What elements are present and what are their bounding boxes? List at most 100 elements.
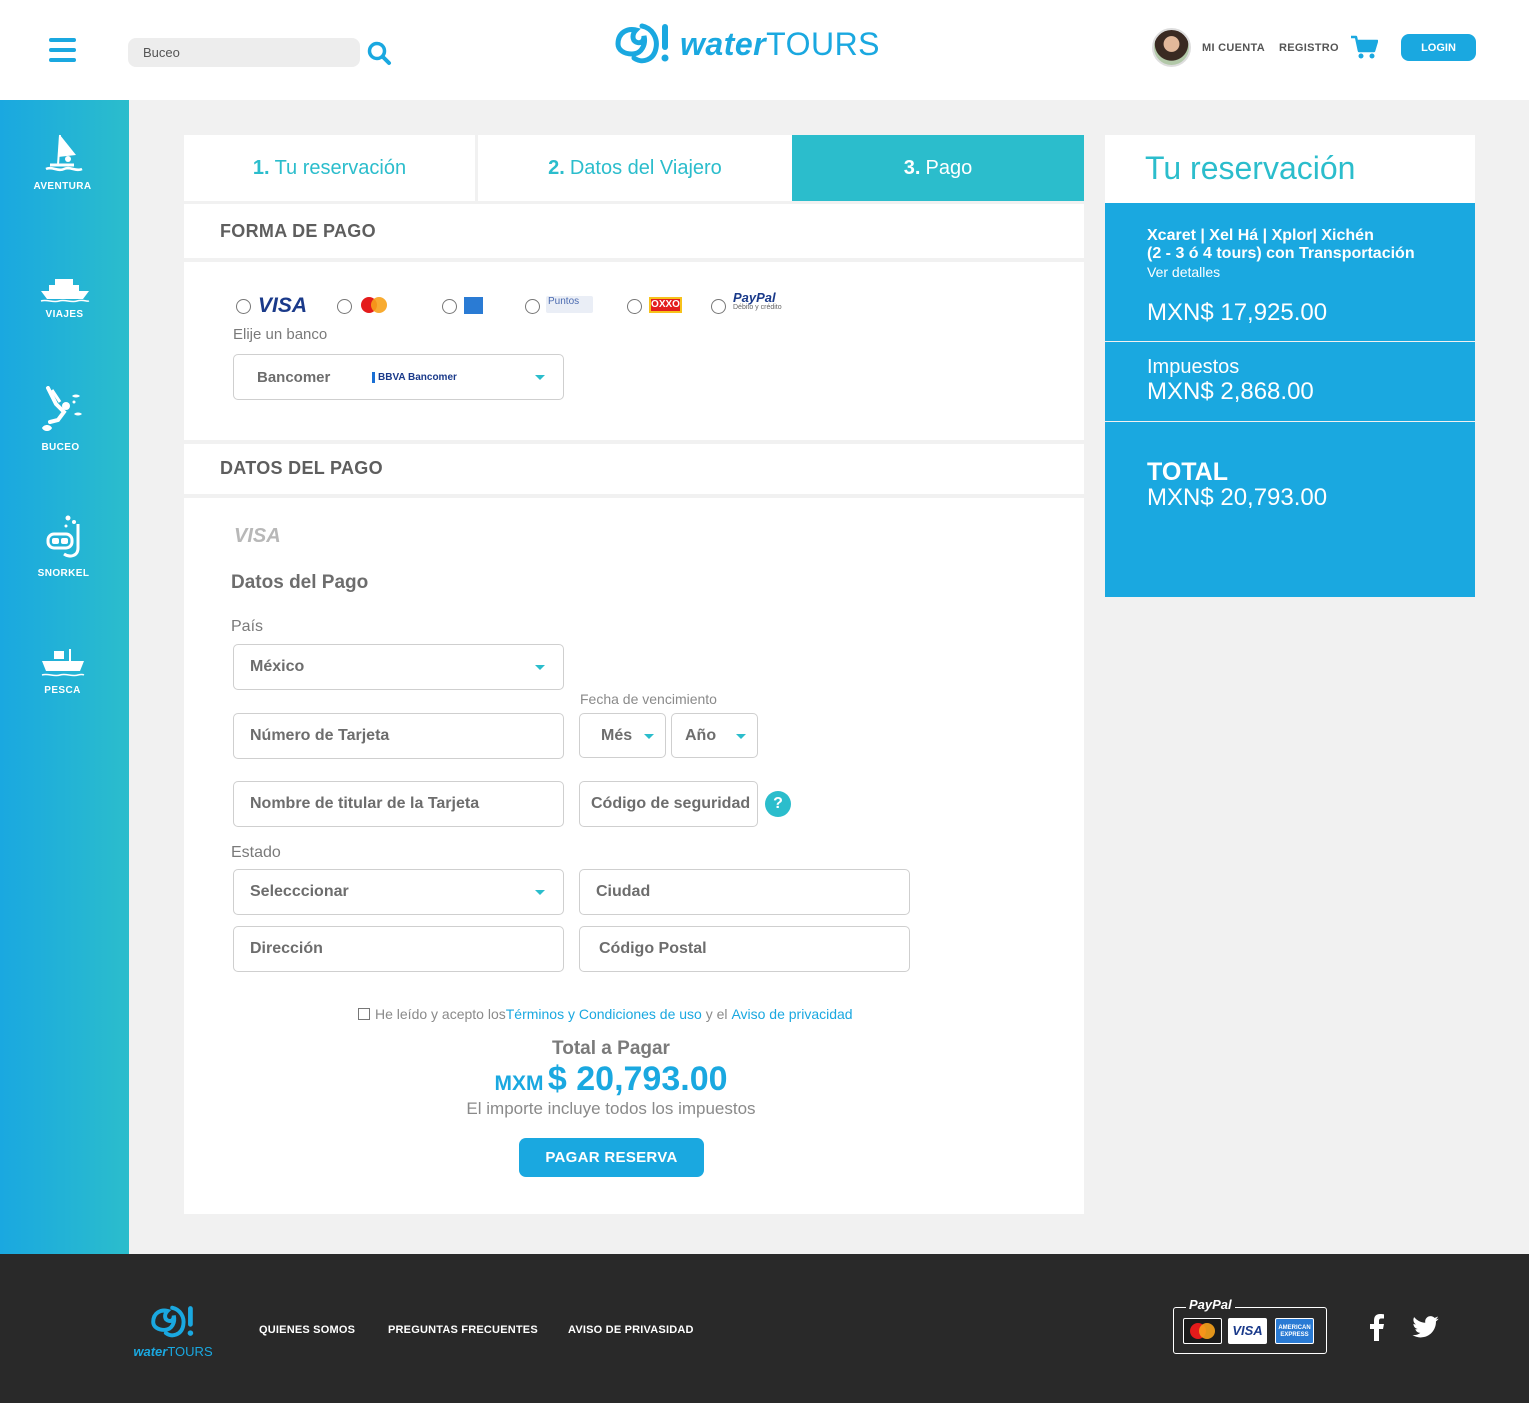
search-input[interactable] [128, 38, 360, 67]
footer-link-faq[interactable]: PREGUNTAS FRECUENTES [388, 1324, 538, 1336]
register-link[interactable]: REGISTRO [1279, 42, 1339, 54]
summary-tour: Xcaret | Xel Há | Xplor| Xichén (2 - 3 ó… [1105, 203, 1475, 341]
windsurf-icon [44, 134, 83, 172]
expiry-month-select[interactable]: Més [579, 713, 666, 758]
amex-icon: AMERICAN EXPRESS [1275, 1318, 1314, 1344]
footer-link-privacy[interactable]: AVISO DE PRIVASIDAD [568, 1324, 694, 1336]
security-code-field[interactable]: Código de seguridad [579, 781, 758, 827]
mastercard-logo-icon [361, 297, 387, 313]
payment-data-header: DATOS DEL PAGO [184, 444, 1084, 494]
terms-checkbox[interactable] [358, 1008, 370, 1020]
brand-logo[interactable]: waterTOURS [612, 20, 880, 68]
section-title: FORMA DE PAGO [220, 221, 376, 241]
sidebar-item-label: SNORKEL [37, 568, 90, 579]
chevron-down-icon [736, 733, 746, 739]
address-field[interactable]: Dirección [233, 926, 564, 972]
radio-visa[interactable] [236, 299, 251, 314]
facebook-icon[interactable] [1370, 1314, 1384, 1341]
step-traveler-data[interactable]: 2. Datos del Viajero [478, 135, 792, 201]
help-icon[interactable]: ? [765, 791, 791, 817]
avatar[interactable] [1152, 28, 1191, 67]
puntos-bancomer-logo-icon: Puntos [546, 296, 593, 313]
water-drop-logo-icon [615, 23, 669, 64]
radio-paypal[interactable] [711, 299, 726, 314]
category-sidebar: AVENTURA VIAJES BUCEO SNORKEL PESCA [0, 100, 129, 1254]
state-label: Estado [231, 844, 281, 861]
sidebar-item-label: AVENTURA [33, 181, 92, 192]
sidebar-item-buceo[interactable]: BUCEO [0, 386, 125, 453]
boat-icon [40, 279, 89, 303]
chevron-down-icon [535, 890, 545, 895]
country-label: País [231, 618, 264, 635]
summary-header: Tu reservación [1105, 135, 1475, 203]
mastercard-icon [1183, 1318, 1222, 1344]
zip-code-field[interactable]: Código Postal [579, 926, 910, 972]
cardholder-name-field[interactable]: Nombre de titular de la Tarjeta [233, 781, 564, 827]
total-label: TOTAL [1147, 458, 1229, 486]
chevron-down-icon [644, 733, 654, 739]
summary-taxes: Impuestos MXN$ 2,868.00 [1105, 342, 1475, 421]
sidebar-item-viajes[interactable]: VIAJES [0, 277, 129, 320]
total-value: MXN$ 20,793.00 [1147, 484, 1328, 511]
login-button[interactable]: LOGIN [1401, 34, 1476, 61]
total-note: El importe incluye todos los impuestos [466, 1099, 756, 1118]
step-reservation[interactable]: 1. Tu reservación [184, 135, 475, 201]
bank-label: Elije un banco [233, 326, 328, 343]
paypal-logo-icon: PayPal Débito y crédito [733, 290, 782, 311]
footer-logo[interactable]: waterTOURS [130, 1303, 216, 1359]
payment-methods-badge: PayPal VISA AMERICAN EXPRESS [1173, 1297, 1327, 1354]
radio-oxxo[interactable] [627, 299, 642, 314]
terms-link[interactable]: Términos y Condiciones de uso [506, 1006, 702, 1022]
radio-amex[interactable] [442, 299, 457, 314]
radio-puntos-bancomer[interactable] [525, 299, 540, 314]
total-to-pay-label: Total a Pagar [552, 1038, 670, 1059]
cart-icon[interactable] [1350, 34, 1378, 60]
checkout-steps: 1. Tu reservación 2. Datos del Viajero 3. P… [184, 135, 1084, 201]
expiry-label: Fecha de vencimiento [580, 691, 717, 707]
sidebar-item-aventura[interactable]: AVENTURA [0, 133, 127, 192]
privacy-link[interactable]: Aviso de privacidad [731, 1006, 852, 1022]
sidebar-item-snorkel[interactable]: SNORKEL [0, 514, 128, 579]
bbva-logo-icon: BBVA Bancomer [372, 371, 457, 383]
bank-select[interactable]: Bancomer BBVA Bancomer [233, 354, 564, 400]
footer-link-about[interactable]: QUIENES SOMOS [259, 1324, 355, 1336]
sidebar-item-label: VIAJES [45, 309, 84, 320]
search-icon[interactable] [366, 40, 392, 66]
amex-logo-icon [464, 297, 483, 314]
total-amount: MXM $ 20,793.00 [494, 1060, 728, 1098]
menu-icon[interactable] [49, 38, 76, 62]
section-title: DATOS DEL PAGO [220, 458, 383, 478]
diver-icon [41, 386, 82, 431]
country-select[interactable]: México [233, 644, 564, 690]
logo-wordmark: waterTOURS [680, 25, 881, 62]
top-header: waterTOURS MI CUENTA REGISTRO LOGIN [0, 0, 1529, 100]
pay-reservation-button[interactable]: PAGAR RESERVA [519, 1138, 704, 1177]
expiry-year-select[interactable]: Año [671, 713, 758, 758]
fishing-boat-icon [41, 649, 84, 677]
visa-brand-icon: VISA [234, 525, 281, 547]
tax-label: Impuestos [1147, 356, 1240, 378]
payment-method-panel [184, 262, 1084, 440]
chevron-down-icon [535, 665, 545, 670]
summary-title: Tu reservación [1145, 150, 1356, 186]
tax-value: MXN$ 2,868.00 [1147, 378, 1314, 405]
state-select[interactable]: Selecccionar [233, 869, 564, 915]
payment-subtitle: Datos del Pago [231, 572, 369, 593]
summary-total: TOTAL MXN$ 20,793.00 [1105, 422, 1475, 597]
my-account-link[interactable]: MI CUENTA [1202, 42, 1265, 54]
twitter-icon[interactable] [1412, 1316, 1439, 1338]
snorkel-icon [46, 515, 79, 558]
sidebar-item-label: BUCEO [41, 442, 80, 453]
card-number-field[interactable]: Número de Tarjeta [233, 713, 564, 759]
sidebar-item-pesca[interactable]: PESCA [0, 647, 127, 696]
oxxo-logo-icon: OXXO [649, 297, 682, 313]
tour-name: Xcaret | Xel Há | Xplor| Xichén (2 - 3 ó… [1147, 227, 1415, 262]
visa-icon: VISA [1228, 1318, 1267, 1344]
visa-logo-icon: VISA [258, 294, 308, 317]
radio-mastercard[interactable] [337, 299, 352, 314]
water-drop-logo-icon [151, 1305, 194, 1338]
city-field[interactable]: Ciudad [579, 869, 910, 915]
step-payment[interactable]: 3. Pago [792, 135, 1084, 201]
details-link[interactable]: Ver detalles [1147, 264, 1220, 280]
sidebar-item-label: PESCA [44, 685, 81, 696]
